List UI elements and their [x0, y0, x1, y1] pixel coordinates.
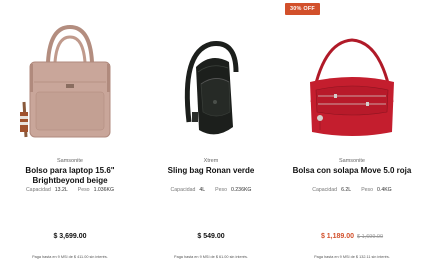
- capacity-label: Capacidad: [312, 187, 338, 193]
- capacity-label: Capacidad: [25, 187, 51, 193]
- product-brand: Samsonite: [339, 158, 365, 164]
- product-name[interactable]: Bolsa con solapa Move 5.0 roja: [292, 166, 412, 176]
- product-image[interactable]: [0, 12, 140, 147]
- capacity-value: 6.2L: [341, 187, 352, 193]
- product-specs: Capacidad 4L Peso 0.236KG: [141, 187, 281, 193]
- installments-text: Paga hasta en 9 MSI de $ 411.00 sin inte…: [32, 255, 108, 259]
- product-image[interactable]: [282, 12, 422, 147]
- product-name[interactable]: Bolso para laptop 15.6" Brightbeyond bei…: [10, 166, 130, 185]
- product-image[interactable]: [141, 12, 281, 147]
- weight-label: Peso: [77, 187, 90, 193]
- price-row: $ 3,699.00: [0, 233, 140, 240]
- original-price: $ 1,699.00: [357, 234, 384, 240]
- product-specs: Capacidad 13.2L Peso 1.036KG: [0, 187, 140, 193]
- weight-value: 0.4KG: [377, 187, 392, 193]
- price-row: $ 1,189.00 $ 1,699.00: [282, 233, 422, 240]
- product-price: $ 3,699.00: [53, 233, 87, 240]
- weight-label: Peso: [215, 187, 227, 193]
- product-price: $ 549.00: [197, 233, 225, 240]
- product-brand: Samsonite: [57, 158, 83, 164]
- product-grid: Samsonite Bolso para laptop 15.6" Bright…: [0, 0, 422, 270]
- capacity-label: Capacidad: [170, 187, 196, 193]
- installments-text: Paga hasta en 9 MSI de $ 61.00 sin inter…: [174, 255, 248, 259]
- product-specs: Capacidad 6.2L Peso 0.4KG: [282, 187, 422, 193]
- red-crossbody-bag-icon: [310, 38, 394, 136]
- capacity-value: 13.2L: [54, 187, 68, 193]
- sale-price: $ 1,189.00: [320, 233, 355, 240]
- product-brand: Xtrem: [203, 158, 219, 164]
- product-card[interactable]: Samsonite Bolso para laptop 15.6" Bright…: [0, 0, 140, 270]
- product-card[interactable]: 30% OFF Samsonite Bolsa con solapa Move …: [282, 0, 422, 270]
- black-sling-bag-icon: [184, 41, 239, 135]
- product-name[interactable]: Sling bag Ronan verde: [151, 166, 271, 176]
- product-card[interactable]: Xtrem Sling bag Ronan verde Capacidad 4L …: [141, 0, 281, 270]
- capacity-value: 4L: [199, 187, 206, 193]
- weight-value: 1.036KG: [93, 187, 115, 193]
- price-row: $ 549.00: [141, 233, 281, 240]
- weight-value: 0.236KG: [230, 187, 252, 193]
- beige-laptop-bag-icon: [20, 24, 111, 138]
- weight-label: Peso: [361, 187, 374, 193]
- installments-text: Paga hasta en 9 MSI de $ 132.11 sin inte…: [314, 255, 390, 259]
